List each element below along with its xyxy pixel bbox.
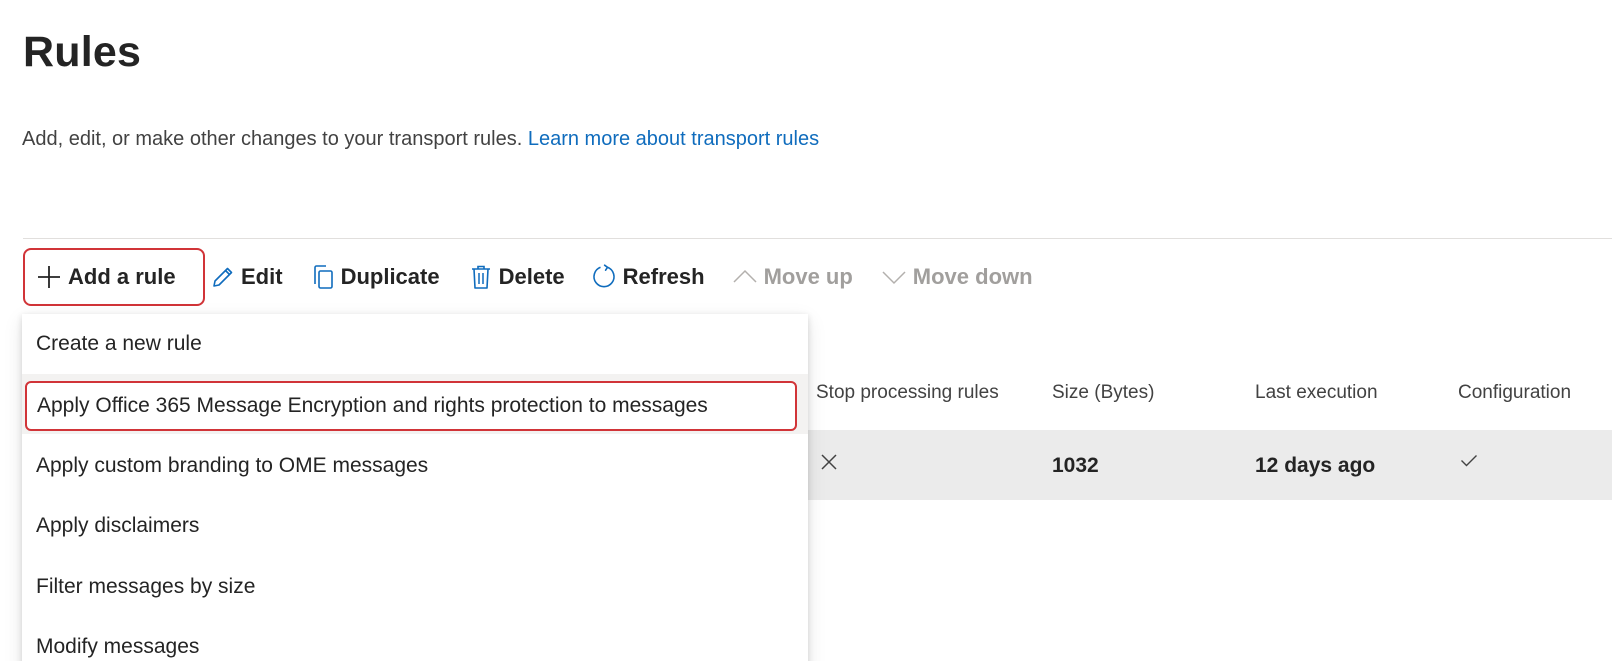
- column-header-last-execution[interactable]: Last execution: [1255, 382, 1378, 404]
- column-header-size[interactable]: Size (Bytes): [1052, 382, 1154, 404]
- divider: [23, 238, 1612, 239]
- delete-button[interactable]: Delete: [469, 248, 565, 306]
- configuration-cell: [1459, 454, 1479, 480]
- menu-item-ome-branding[interactable]: Apply custom branding to OME messages: [22, 436, 808, 496]
- add-rule-label: Add a rule: [68, 264, 176, 289]
- move-down-button[interactable]: Move down: [881, 248, 1033, 306]
- page-title: Rules: [23, 28, 142, 76]
- edit-button[interactable]: Edit: [211, 248, 283, 306]
- table-header: Stop processing rules Size (Bytes) Last …: [816, 382, 1612, 408]
- edit-icon: [213, 267, 233, 287]
- command-bar: Add a rule Edit Duplicate Delete Refresh…: [23, 248, 1033, 306]
- menu-item-filter-by-size[interactable]: Filter messages by size: [22, 557, 808, 617]
- column-header-configuration[interactable]: Configuration: [1458, 382, 1571, 404]
- refresh-button[interactable]: Refresh: [591, 248, 705, 306]
- checkmark-icon: [1461, 455, 1477, 467]
- column-header-stop-processing[interactable]: Stop processing rules: [816, 382, 999, 404]
- refresh-icon: [592, 264, 615, 288]
- menu-item-apply-ome[interactable]: Apply Office 365 Message Encryption and …: [25, 381, 797, 431]
- chevron-up-icon: [733, 269, 757, 283]
- duplicate-button[interactable]: Duplicate: [311, 248, 440, 306]
- edit-label: Edit: [241, 264, 283, 289]
- last-execution-cell: 12 days ago: [1255, 454, 1376, 477]
- duplicate-icon: [313, 265, 333, 289]
- learn-more-link[interactable]: Learn more about transport rules: [528, 128, 819, 150]
- move-down-label: Move down: [912, 264, 1033, 289]
- dismiss-icon: [821, 454, 837, 470]
- menu-item-create-new-rule[interactable]: Create a new rule: [22, 314, 808, 374]
- add-rule-button[interactable]: Add a rule: [23, 248, 205, 306]
- move-up-label: Move up: [763, 264, 853, 289]
- duplicate-label: Duplicate: [340, 264, 440, 289]
- refresh-label: Refresh: [622, 264, 705, 289]
- page-description: Add, edit, or make other changes to your…: [22, 128, 819, 151]
- add-icon: [38, 266, 60, 288]
- add-rule-menu: Create a new rule Apply Office 365 Messa…: [22, 314, 808, 661]
- size-cell: 1032: [1052, 454, 1099, 477]
- move-up-button[interactable]: Move up: [732, 248, 853, 306]
- stop-processing-cell: [818, 451, 840, 479]
- delete-label: Delete: [498, 264, 565, 289]
- delete-icon: [471, 265, 490, 289]
- description-text: Add, edit, or make other changes to your…: [22, 128, 523, 150]
- menu-item-disclaimers[interactable]: Apply disclaimers: [22, 496, 808, 556]
- table-row[interactable]: 1032 12 days ago: [808, 430, 1612, 500]
- menu-item-modify-messages[interactable]: Modify messages: [22, 617, 808, 661]
- chevron-down-icon: [882, 271, 906, 285]
